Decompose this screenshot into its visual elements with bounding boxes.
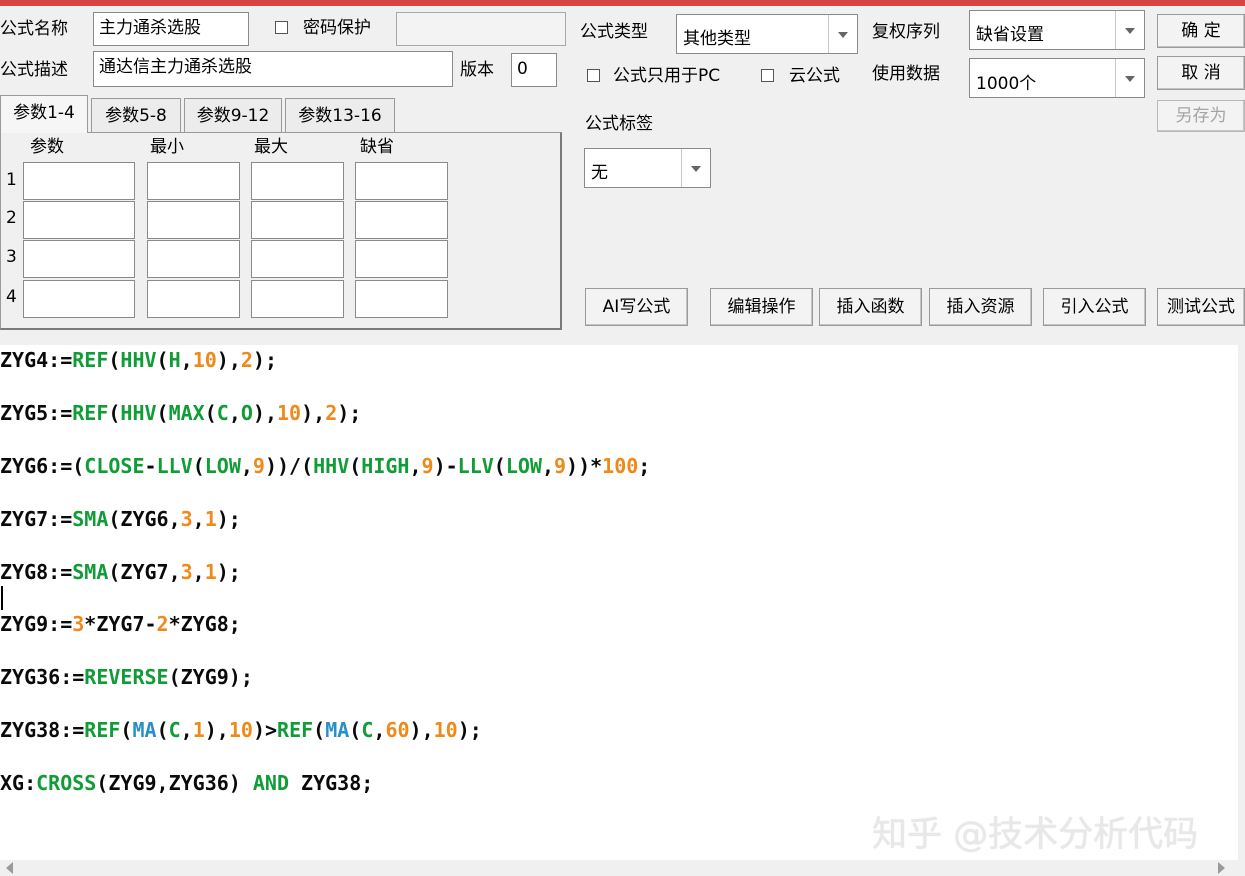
code-line: ZYG6:=(CLOSE-LLV(LOW,9))/(HHV(HIGH,9)-LL… <box>0 454 651 478</box>
formula-type-select[interactable]: 其他类型 <box>676 14 858 54</box>
ai-write-button[interactable]: AI写公式 <box>585 288 688 326</box>
tab-params-13-16[interactable]: 参数13-16 <box>285 98 395 132</box>
formula-name-input[interactable]: 主力通杀选股 <box>93 12 249 46</box>
param-max-field[interactable] <box>251 240 344 278</box>
formula-tag-select[interactable]: 无 <box>584 148 711 188</box>
formula-desc-label: 公式描述 <box>0 60 68 80</box>
chevron-down-icon <box>1115 11 1144 49</box>
code-line: ZYG8:=SMA(ZYG7,3,1); <box>0 560 241 584</box>
param-name-field[interactable] <box>23 240 135 278</box>
param-header-max: 最大 <box>254 137 288 157</box>
param-min-field[interactable] <box>147 162 240 200</box>
password-input[interactable] <box>396 12 566 46</box>
tab-params-9-12[interactable]: 参数9-12 <box>184 98 282 132</box>
param-min-field[interactable] <box>147 201 240 239</box>
insert-resource-button[interactable]: 插入资源 <box>929 288 1032 326</box>
code-line: ZYG4:=REF(HHV(H,10),2); <box>0 348 278 372</box>
param-default-field[interactable] <box>355 162 448 200</box>
cloud-label: 云公式 <box>789 66 840 86</box>
param-default-field[interactable] <box>355 280 448 318</box>
fq-select[interactable]: 缺省设置 <box>969 10 1145 50</box>
param-row-index: 3 <box>6 247 17 267</box>
param-min-field[interactable] <box>147 280 240 318</box>
formula-desc-input[interactable]: 通达信主力通杀选股 <box>93 51 453 87</box>
scroll-right-arrow-icon[interactable] <box>1218 862 1225 874</box>
tab-params-1-4[interactable]: 参数1-4 <box>0 95 88 133</box>
edit-operation-button[interactable]: 编辑操作 <box>710 288 813 326</box>
cloud-checkbox[interactable] <box>761 69 774 82</box>
tab-params-5-8[interactable]: 参数5-8 <box>91 98 181 132</box>
chevron-down-icon <box>681 149 710 187</box>
window-top-bar <box>0 0 1245 6</box>
cancel-button[interactable]: 取 消 <box>1157 56 1245 90</box>
param-header-default: 缺省 <box>360 137 394 157</box>
fq-label: 复权序列 <box>872 22 940 42</box>
code-line: ZYG7:=SMA(ZYG6,3,1); <box>0 507 241 531</box>
pc-only-checkbox[interactable] <box>587 69 600 82</box>
code-editor[interactable]: ZYG4:=REF(HHV(H,10),2); ZYG5:=REF(HHV(MA… <box>0 345 1238 860</box>
fq-value: 缺省设置 <box>976 25 1044 45</box>
insert-function-button[interactable]: 插入函数 <box>819 288 922 326</box>
param-min-field[interactable] <box>147 240 240 278</box>
param-name-field[interactable] <box>23 280 135 318</box>
code-line: ZYG9:=3*ZYG7-2*ZYG8; <box>0 612 241 636</box>
chevron-down-icon <box>1115 59 1144 97</box>
text-caret <box>1 586 3 610</box>
code-line: XG:CROSS(ZYG9,ZYG36) AND ZYG38; <box>0 771 374 795</box>
param-row-index: 1 <box>6 170 17 190</box>
formula-name-label: 公式名称 <box>0 19 68 39</box>
param-default-field[interactable] <box>355 240 448 278</box>
param-header-min: 最小 <box>150 137 184 157</box>
param-row-index: 2 <box>6 208 17 228</box>
scroll-left-arrow-icon[interactable] <box>6 862 13 874</box>
use-data-select[interactable]: 1000个 <box>969 58 1145 98</box>
use-data-label: 使用数据 <box>872 64 940 84</box>
password-label: 密码保护 <box>303 18 371 38</box>
param-name-field[interactable] <box>23 201 135 239</box>
param-header-name: 参数 <box>30 137 64 157</box>
param-name-field[interactable] <box>23 162 135 200</box>
formula-type-value: 其他类型 <box>683 29 751 49</box>
version-input[interactable]: 0 <box>511 53 557 87</box>
pc-only-label: 公式只用于PC <box>613 66 721 86</box>
param-max-field[interactable] <box>251 162 344 200</box>
version-label: 版本 <box>460 60 494 80</box>
param-max-field[interactable] <box>251 201 344 239</box>
param-max-field[interactable] <box>251 280 344 318</box>
horizontal-scrollbar[interactable] <box>0 860 1245 876</box>
formula-type-label: 公式类型 <box>580 22 648 42</box>
test-formula-button[interactable]: 测试公式 <box>1157 288 1245 326</box>
code-line: ZYG5:=REF(HHV(MAX(C,O),10),2); <box>0 401 362 425</box>
chevron-down-icon <box>828 15 857 53</box>
import-formula-button[interactable]: 引入公式 <box>1043 288 1146 326</box>
code-line: ZYG36:=REVERSE(ZYG9); <box>0 665 253 689</box>
password-checkbox[interactable] <box>275 21 288 34</box>
use-data-value: 1000个 <box>976 74 1037 94</box>
param-default-field[interactable] <box>355 201 448 239</box>
param-row-index: 4 <box>6 287 17 307</box>
ok-button[interactable]: 确 定 <box>1157 14 1245 48</box>
code-line: ZYG38:=REF(MA(C,1),10)>REF(MA(C,60),10); <box>0 718 482 742</box>
save-as-button[interactable]: 另存为 <box>1157 100 1245 132</box>
formula-tag-label: 公式标签 <box>585 114 653 134</box>
formula-tag-value: 无 <box>591 163 608 183</box>
watermark: 知乎 @技术分析代码 <box>872 815 1199 855</box>
